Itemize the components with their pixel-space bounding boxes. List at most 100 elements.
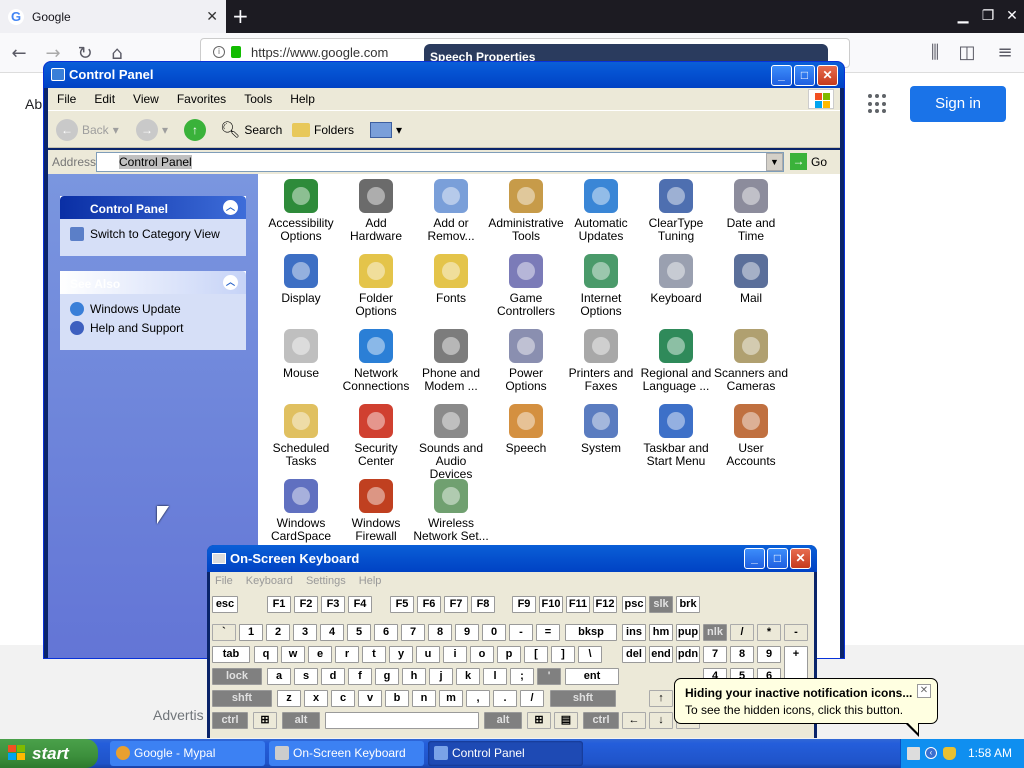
go-button[interactable]: → Go [790, 153, 827, 170]
osk-key[interactable]: o [470, 646, 494, 663]
task-google-mypal[interactable]: Google - Mypal [110, 741, 265, 766]
osk-key[interactable]: , [466, 690, 490, 707]
osk-menu-settings[interactable]: Settings [301, 575, 351, 587]
osk-key[interactable]: ▤ [554, 712, 578, 729]
menu-view[interactable]: View [124, 92, 168, 106]
osk-key[interactable]: m [439, 690, 463, 707]
osk-key[interactable]: brk [676, 596, 700, 613]
osk-key[interactable]: q [254, 646, 278, 663]
cp-item-speaker[interactable]: Sounds and Audio Devices [413, 404, 489, 481]
osk-key[interactable]: * [757, 624, 781, 641]
osk-key[interactable]: j [429, 668, 453, 685]
close-tab-icon[interactable]: ✕ [206, 9, 218, 25]
cp-item-folder[interactable]: Folder Options [338, 254, 414, 318]
osk-key[interactable]: alt [484, 712, 522, 729]
library-icon[interactable]: ⫼ [924, 42, 946, 64]
google-sign-in-button[interactable]: Sign in [910, 86, 1006, 122]
cp-item-display[interactable]: Display [263, 254, 339, 305]
osk-key[interactable]: = [536, 624, 560, 641]
osk-key[interactable]: ↑ [649, 690, 673, 707]
cp-item-phone[interactable]: Phone and Modem ... [413, 329, 489, 393]
minimize-browser-icon[interactable]: ▁ [953, 6, 973, 26]
collapse-icon[interactable]: ︿ [223, 275, 238, 290]
sidebar-icon[interactable]: ◫ [956, 42, 978, 64]
cp-item-hardware[interactable]: Add Hardware [338, 179, 414, 243]
osk-key[interactable]: v [358, 690, 382, 707]
osk-key[interactable]: w [281, 646, 305, 663]
osk-key[interactable]: ] [551, 646, 575, 663]
osk-key[interactable]: ← [622, 712, 646, 729]
osk-key[interactable]: 9 [455, 624, 479, 641]
cp-item-mail[interactable]: Mail [713, 254, 789, 305]
back-arrow-icon[interactable]: ← [8, 43, 30, 65]
osk-key[interactable]: y [389, 646, 413, 663]
clock[interactable]: 1:58 AM [968, 739, 1012, 768]
google-apps-icon[interactable] [868, 94, 888, 114]
osk-key[interactable]: F5 [390, 596, 414, 613]
osk-key[interactable]: n [412, 690, 436, 707]
osk-key[interactable]: F9 [512, 596, 536, 613]
cp-item-add-remove-programs[interactable]: Add or Remov... [413, 179, 489, 243]
address-dropdown[interactable]: ▼ [766, 153, 783, 171]
osk-titlebar[interactable]: On-Screen Keyboard _ □ ✕ [207, 545, 817, 572]
osk-key[interactable]: ; [510, 668, 534, 685]
address-input[interactable]: Control Panel [96, 152, 784, 172]
osk-key[interactable]: end [649, 646, 673, 663]
osk-key[interactable]: F8 [471, 596, 495, 613]
task-on-screen-keyboard[interactable]: On-Screen Keyboard [269, 741, 424, 766]
osk-key[interactable] [325, 712, 479, 729]
osk-key[interactable]: shft [550, 690, 616, 707]
osk-key[interactable]: 8 [730, 646, 754, 663]
osk-key[interactable]: ↓ [649, 712, 673, 729]
osk-key[interactable]: 0 [482, 624, 506, 641]
restore-browser-icon[interactable]: ❐ [978, 6, 998, 26]
osk-key[interactable]: F1 [267, 596, 291, 613]
osk-key[interactable]: ent [565, 668, 619, 685]
osk-key[interactable]: 6 [374, 624, 398, 641]
osk-key[interactable]: c [331, 690, 355, 707]
cp-item-network[interactable]: Network Connections [338, 329, 414, 393]
osk-key[interactable]: h [402, 668, 426, 685]
osk-key[interactable]: F3 [321, 596, 345, 613]
osk-key[interactable]: x [304, 690, 328, 707]
osk-key[interactable]: F2 [294, 596, 318, 613]
osk-minimize-button[interactable]: _ [744, 548, 765, 569]
osk-key[interactable]: [ [524, 646, 548, 663]
osk-key[interactable]: shft [212, 690, 272, 707]
osk-key[interactable]: s [294, 668, 318, 685]
cp-item-taskbar[interactable]: Taskbar and Start Menu [638, 404, 714, 468]
osk-key[interactable]: 8 [428, 624, 452, 641]
osk-key[interactable]: e [308, 646, 332, 663]
osk-key[interactable]: ' [537, 668, 561, 685]
osk-key[interactable]: hm [649, 624, 673, 641]
osk-key[interactable]: - [509, 624, 533, 641]
osk-key[interactable]: / [730, 624, 754, 641]
osk-key[interactable]: r [335, 646, 359, 663]
browser-tab[interactable]: G Google ✕ [0, 0, 226, 33]
windows-update-link[interactable]: Windows Update [70, 302, 236, 316]
menu-icon[interactable]: ≡ [994, 42, 1016, 64]
osk-key[interactable]: . [493, 690, 517, 707]
osk-key[interactable]: lock [212, 668, 262, 685]
cp-item-wireless[interactable]: Wireless Network Set... [413, 479, 489, 543]
forward-button[interactable]: → ▾ [136, 119, 168, 141]
osk-key[interactable]: ctrl [212, 712, 248, 729]
close-browser-icon[interactable]: ✕ [1002, 6, 1022, 26]
control-panel-titlebar[interactable]: Control Panel _ □ ✕ [44, 62, 844, 88]
osk-key[interactable]: F10 [539, 596, 563, 613]
osk-key[interactable]: p [497, 646, 521, 663]
maximize-button[interactable]: □ [794, 65, 815, 86]
help-and-support-link[interactable]: Help and Support [70, 321, 236, 335]
osk-key[interactable]: ⊞ [253, 712, 277, 729]
cp-item-printer[interactable]: Printers and Faxes [563, 329, 639, 393]
menu-edit[interactable]: Edit [85, 92, 124, 106]
cp-item-mouse[interactable]: Mouse [263, 329, 339, 380]
osk-key[interactable]: 4 [320, 624, 344, 641]
osk-key[interactable]: esc [212, 596, 238, 613]
osk-key[interactable]: 1 [239, 624, 263, 641]
menu-tools[interactable]: Tools [235, 92, 281, 106]
osk-key[interactable]: F12 [593, 596, 617, 613]
menu-favorites[interactable]: Favorites [168, 92, 235, 106]
cp-item-admin-tools[interactable]: Administrative Tools [488, 179, 564, 243]
cp-item-users[interactable]: User Accounts [713, 404, 789, 468]
